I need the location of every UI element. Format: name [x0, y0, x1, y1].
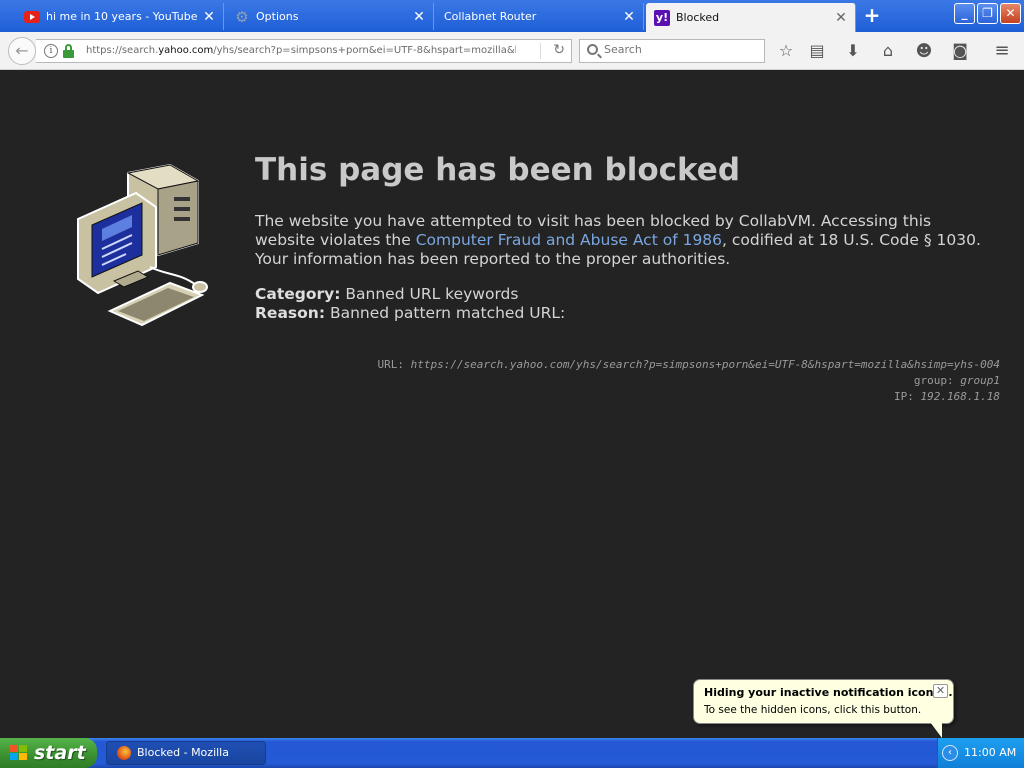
- balloon-tail: [930, 722, 942, 738]
- blocked-url-line: URL: https://search.yahoo.com/yhs/search…: [377, 358, 1000, 371]
- tab-label: hi me in 10 years - YouTube: [46, 10, 198, 23]
- computer-illustration: [77, 163, 208, 327]
- search-icon: [587, 44, 598, 55]
- menu-icon[interactable]: ≡: [991, 40, 1013, 62]
- start-label: start: [34, 742, 86, 764]
- downloads-icon[interactable]: ⬇: [842, 40, 864, 62]
- block-description: The website you have attempted to visit …: [255, 212, 981, 268]
- minimize-button[interactable]: _: [954, 3, 975, 24]
- tab-youtube[interactable]: hi me in 10 years - YouTube ✕: [16, 3, 224, 30]
- lock-icon[interactable]: [63, 44, 74, 58]
- taskbar-item-firefox[interactable]: Blocked - Mozilla Firefox: [106, 741, 266, 765]
- reason-line: Reason: Banned pattern matched URL:: [255, 304, 566, 322]
- reload-icon[interactable]: ↻: [553, 42, 565, 58]
- search-input[interactable]: [604, 43, 754, 56]
- close-tab-icon[interactable]: ✕: [833, 10, 849, 26]
- tab-collabnet-router[interactable]: Collabnet Router ✕: [436, 3, 644, 30]
- close-tab-icon[interactable]: ✕: [411, 9, 427, 25]
- tab-strip: hi me in 10 years - YouTube ✕ ⚙ Options …: [0, 0, 1024, 32]
- youtube-icon: [24, 10, 40, 23]
- taskbar: start Blocked - Mozilla Firefox ‹ 11:00 …: [0, 738, 1024, 768]
- url-text[interactable]: https://search.yahoo.com/yhs/search?p=si…: [86, 45, 516, 56]
- restore-button[interactable]: ❐: [977, 3, 998, 24]
- balloon-close-button[interactable]: ✕: [933, 684, 948, 698]
- category-line: Category: Banned URL keywords: [255, 285, 519, 303]
- group-line: group: group1: [913, 374, 1000, 387]
- taskbar-item-label: Blocked - Mozilla Firefox: [137, 746, 229, 759]
- page-title: This page has been blocked: [255, 152, 741, 188]
- windows-logo-icon: [10, 745, 28, 761]
- url-separator: [540, 43, 541, 59]
- reading-list-icon[interactable]: ▤: [806, 40, 828, 62]
- pocket-icon[interactable]: ◙: [949, 40, 971, 62]
- home-icon[interactable]: ⌂: [877, 40, 899, 62]
- system-tray: ‹ 11:00 AM: [937, 738, 1024, 768]
- show-hidden-icons-button[interactable]: ‹: [942, 745, 958, 761]
- technical-details: URL: https://search.yahoo.com/yhs/search…: [377, 357, 1000, 405]
- balloon-title: Hiding your inactive notification icons.…: [704, 686, 953, 699]
- new-tab-button[interactable]: +: [860, 5, 884, 26]
- search-box[interactable]: [579, 39, 765, 63]
- notification-balloon[interactable]: Hiding your inactive notification icons.…: [693, 679, 954, 724]
- desktop: hi me in 10 years - YouTube ✕ ⚙ Options …: [0, 0, 1024, 768]
- balloon-text: To see the hidden icons, click this butt…: [704, 704, 922, 716]
- ip-line: IP: 192.168.1.18: [894, 390, 1000, 403]
- tab-options[interactable]: ⚙ Options ✕: [226, 3, 434, 30]
- tab-blocked[interactable]: y! Blocked ✕: [646, 3, 856, 32]
- hello-chat-icon[interactable]: ☻: [913, 40, 935, 62]
- tab-label: Blocked: [676, 11, 720, 24]
- cfaa-link[interactable]: Computer Fraud and Abuse Act of 1986: [416, 231, 722, 249]
- close-window-button[interactable]: ✕: [1000, 3, 1021, 24]
- firefox-icon: [117, 746, 131, 760]
- start-button[interactable]: start: [0, 738, 97, 768]
- tab-label: Options: [256, 10, 299, 23]
- close-tab-icon[interactable]: ✕: [201, 9, 217, 25]
- yahoo-icon: y!: [654, 9, 670, 26]
- clock[interactable]: 11:00 AM: [964, 746, 1016, 759]
- gear-icon: ⚙: [235, 7, 249, 26]
- info-icon[interactable]: i: [44, 44, 58, 58]
- bookmark-star-icon[interactable]: ☆: [775, 40, 797, 62]
- tab-label: Collabnet Router: [444, 10, 537, 23]
- navigation-toolbar: i https://search.yahoo.com/yhs/search?p=…: [0, 32, 1024, 70]
- back-button[interactable]: ←: [8, 37, 36, 65]
- address-bar[interactable]: i https://search.yahoo.com/yhs/search?p=…: [36, 39, 572, 63]
- close-tab-icon[interactable]: ✕: [621, 9, 637, 25]
- page-content: This page has been blocked The website y…: [0, 71, 1024, 738]
